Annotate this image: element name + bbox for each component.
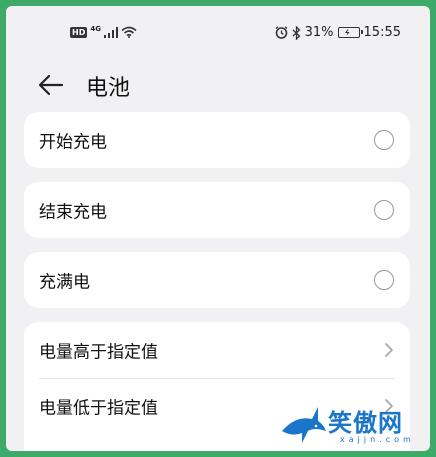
option-label: 开始充电 — [39, 132, 107, 153]
app-header: 电池 — [6, 50, 430, 120]
radio-button[interactable] — [374, 200, 394, 220]
alarm-icon — [275, 26, 288, 39]
watermark-logo: 笑傲网 xajjn.com — [278, 401, 426, 449]
status-right: 31% 15:55 — [275, 25, 401, 40]
menu-row-above-threshold[interactable]: 电量高于指定值 — [24, 322, 410, 379]
arrow-left-icon — [38, 74, 64, 96]
option-card-end-charging: 结束充电 — [24, 182, 410, 238]
radio-button[interactable] — [374, 130, 394, 150]
status-left: HD 4G — [70, 24, 137, 38]
page-title: 电池 — [86, 76, 131, 101]
wifi-icon — [121, 26, 137, 38]
back-button[interactable] — [36, 70, 66, 100]
watermark-text: 笑傲网 — [328, 409, 403, 437]
option-row-end-charging[interactable]: 结束充电 — [24, 182, 410, 238]
screen: HD 4G 31% 15:55 电池 开始充电 结束充电 充满电 电量高于指定值… — [6, 6, 430, 451]
shark-icon — [282, 407, 326, 443]
signal-icon — [103, 26, 118, 38]
option-row-start-charging[interactable]: 开始充电 — [24, 112, 410, 168]
option-card-fully-charged: 充满电 — [24, 252, 410, 308]
clock-time: 15:55 — [363, 25, 401, 40]
option-label: 充满电 — [39, 272, 90, 293]
radio-button[interactable] — [374, 270, 394, 290]
battery-percent: 31% — [304, 25, 334, 40]
menu-label: 电量高于指定值 — [39, 342, 158, 363]
option-row-fully-charged[interactable]: 充满电 — [24, 252, 410, 308]
network-type: 4G — [90, 24, 101, 33]
hd-badge: HD — [70, 26, 88, 38]
bluetooth-icon — [292, 25, 301, 40]
chevron-right-icon — [385, 343, 393, 357]
option-label: 结束充电 — [39, 202, 107, 223]
status-bar: HD 4G 31% 15:55 — [6, 6, 430, 50]
option-card-start-charging: 开始充电 — [24, 112, 410, 168]
watermark-subtext: xajjn.com — [340, 435, 415, 444]
battery-icon — [337, 27, 363, 38]
menu-label: 电量低于指定值 — [39, 398, 158, 419]
